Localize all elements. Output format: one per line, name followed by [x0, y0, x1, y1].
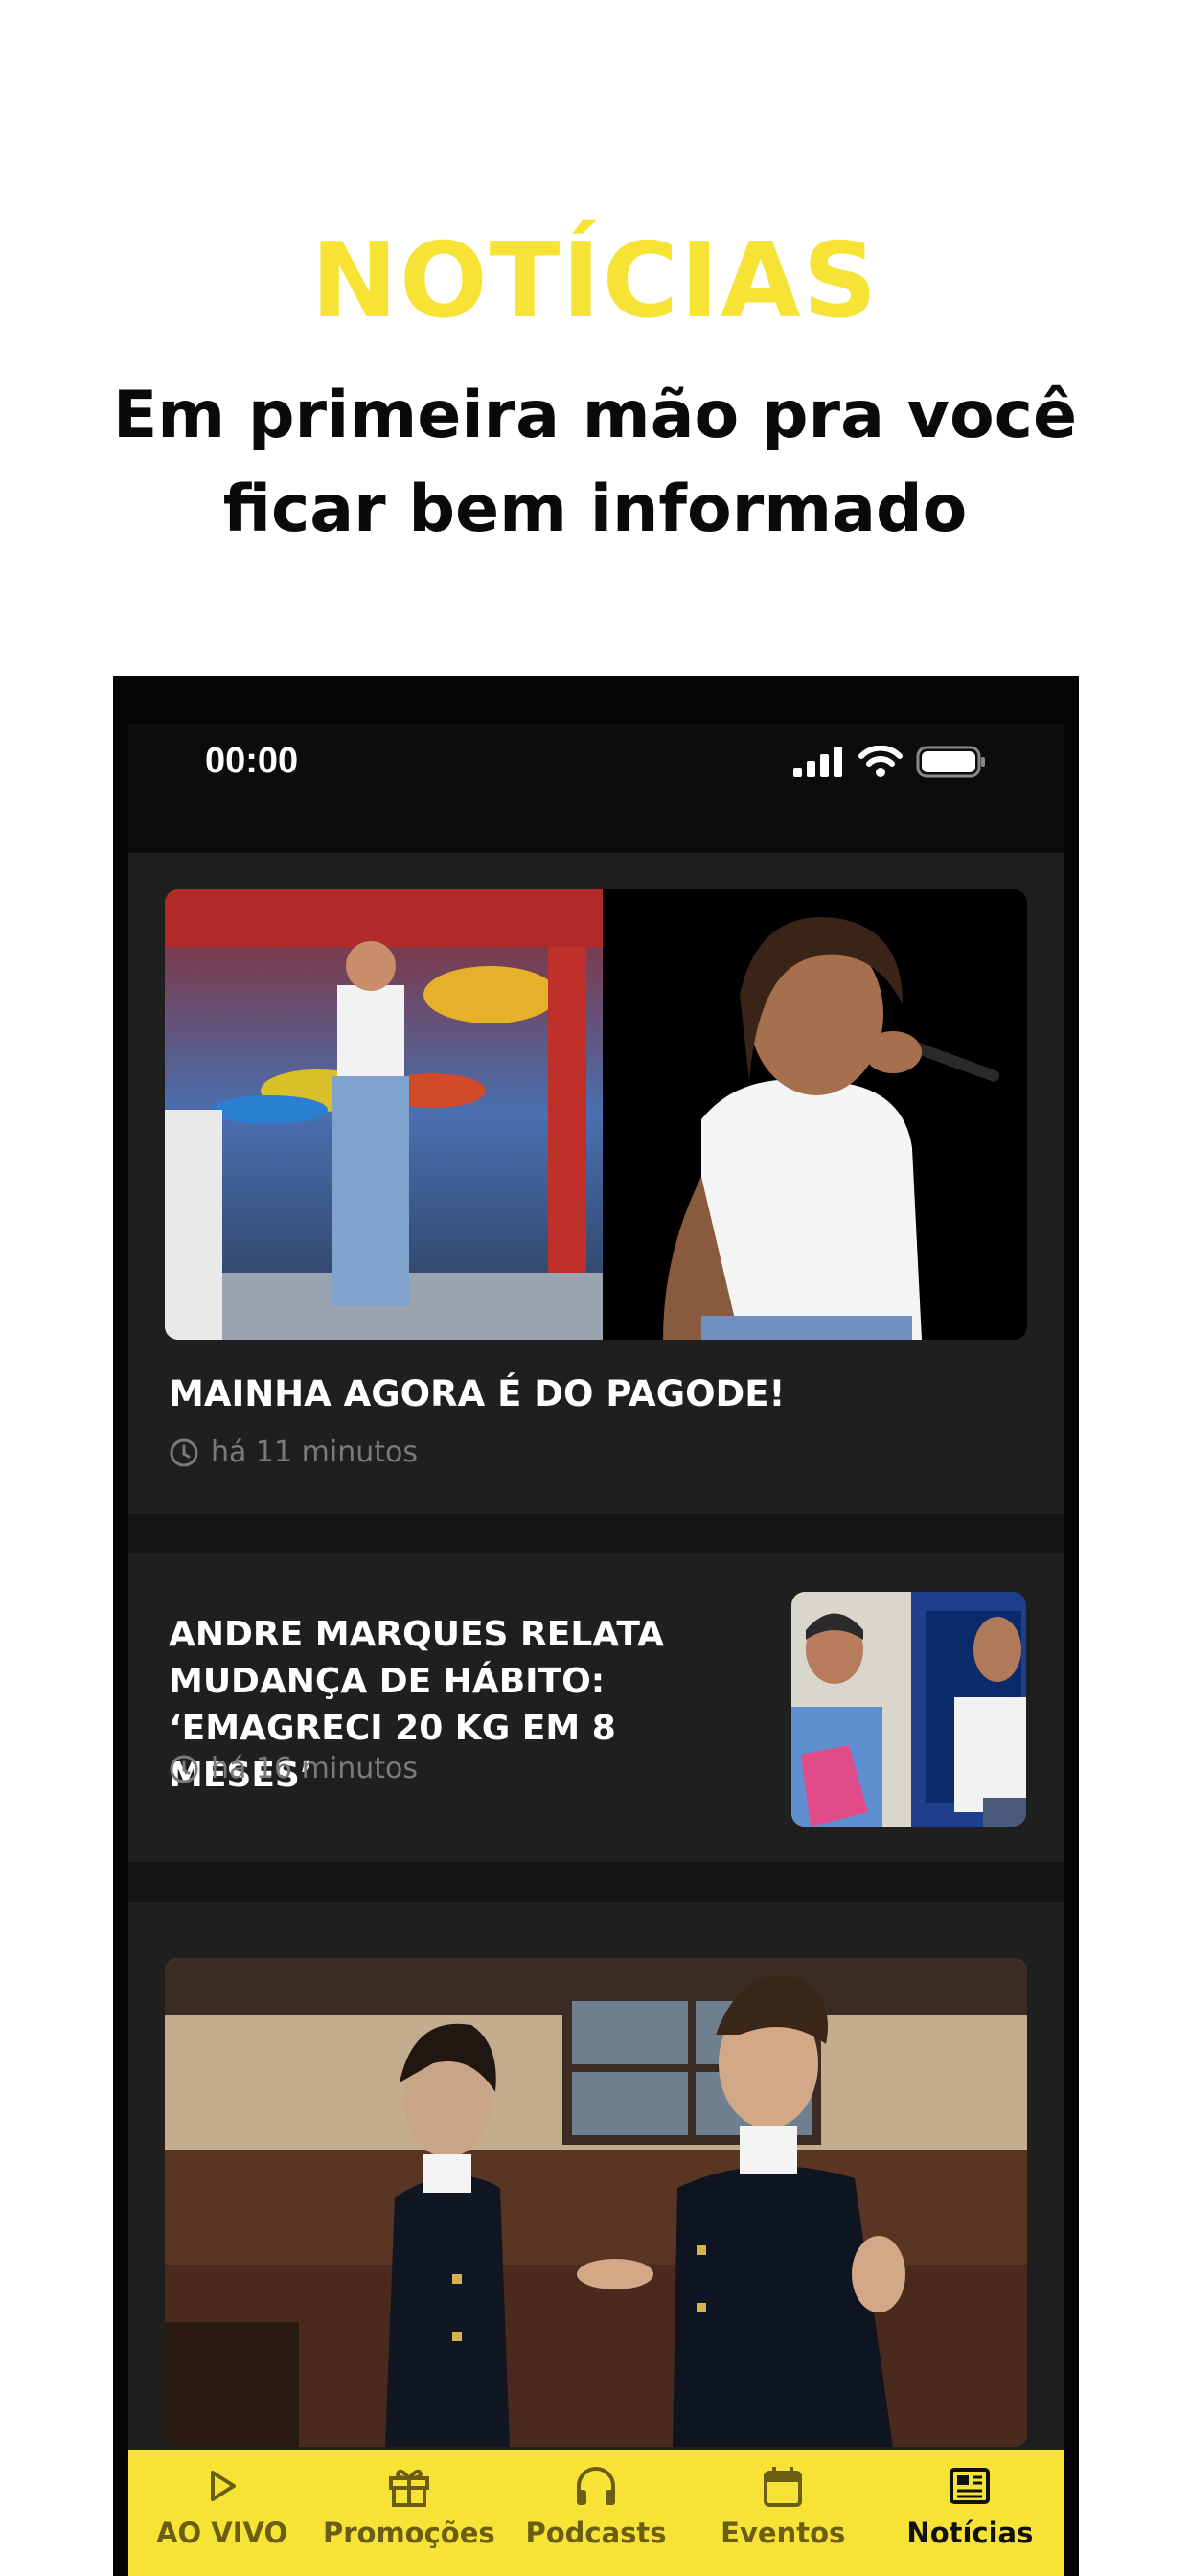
tab-promocoes[interactable]: Promoções: [315, 2450, 502, 2576]
news-thumbnail: [791, 1592, 1026, 1827]
newspaper-icon: [950, 2468, 991, 2504]
clock-icon: [170, 1755, 198, 1782]
phone-frame: 00:00 MAINHA AGORA É DO PAGODE! há 11 mi…: [113, 676, 1079, 2576]
news-time-label: há 16 minutos: [211, 1752, 418, 1785]
news-timestamp: há 11 minutos: [169, 1436, 418, 1469]
status-bar: 00:00: [128, 724, 1064, 853]
status-icons: [793, 741, 987, 783]
tab-label: AO VIVO: [156, 2517, 288, 2549]
clock-icon: [170, 1438, 198, 1466]
tab-ao-vivo[interactable]: AO VIVO: [128, 2450, 315, 2576]
tab-noticias[interactable]: Notícias: [877, 2450, 1064, 2576]
calendar-icon: [764, 2467, 803, 2507]
news-card-featured[interactable]: MAINHA AGORA É DO PAGODE! há 11 minutos: [128, 853, 1064, 1514]
tab-podcasts[interactable]: Podcasts: [502, 2450, 689, 2576]
signal-icon: [793, 747, 842, 777]
promo-headline: NOTÍCIAS: [310, 221, 880, 341]
tab-label: Eventos: [721, 2517, 846, 2549]
play-icon: [210, 2471, 236, 2501]
tab-label: Notícias: [906, 2517, 1034, 2549]
news-time-label: há 11 minutos: [211, 1436, 418, 1469]
tab-label: Podcasts: [525, 2517, 667, 2549]
tab-label: Promoções: [322, 2517, 495, 2549]
headphones-icon: [577, 2467, 615, 2505]
battery-icon: [916, 746, 985, 778]
wifi-icon: [858, 746, 903, 777]
news-card-compact[interactable]: ANDRE MARQUES RELATA MUDANÇA DE HÁBITO: …: [128, 1553, 1064, 1862]
news-image-film: [165, 1958, 1027, 2447]
news-title: MAINHA AGORA É DO PAGODE!: [169, 1373, 786, 1414]
news-timestamp: há 16 minutos: [169, 1752, 418, 1785]
promo-subheadline: Em primeira mão pra você ficar bem infor…: [112, 378, 1078, 547]
tab-eventos[interactable]: Eventos: [690, 2450, 877, 2576]
app-screen: 00:00 MAINHA AGORA É DO PAGODE! há 11 mi…: [128, 724, 1064, 2576]
news-image-concert: [165, 889, 1027, 1340]
status-time: 00:00: [205, 741, 299, 781]
bottom-tab-bar: AO VIVO Promoções Podcasts Eventos Notíc…: [128, 2450, 1064, 2576]
gift-icon: [388, 2469, 429, 2507]
